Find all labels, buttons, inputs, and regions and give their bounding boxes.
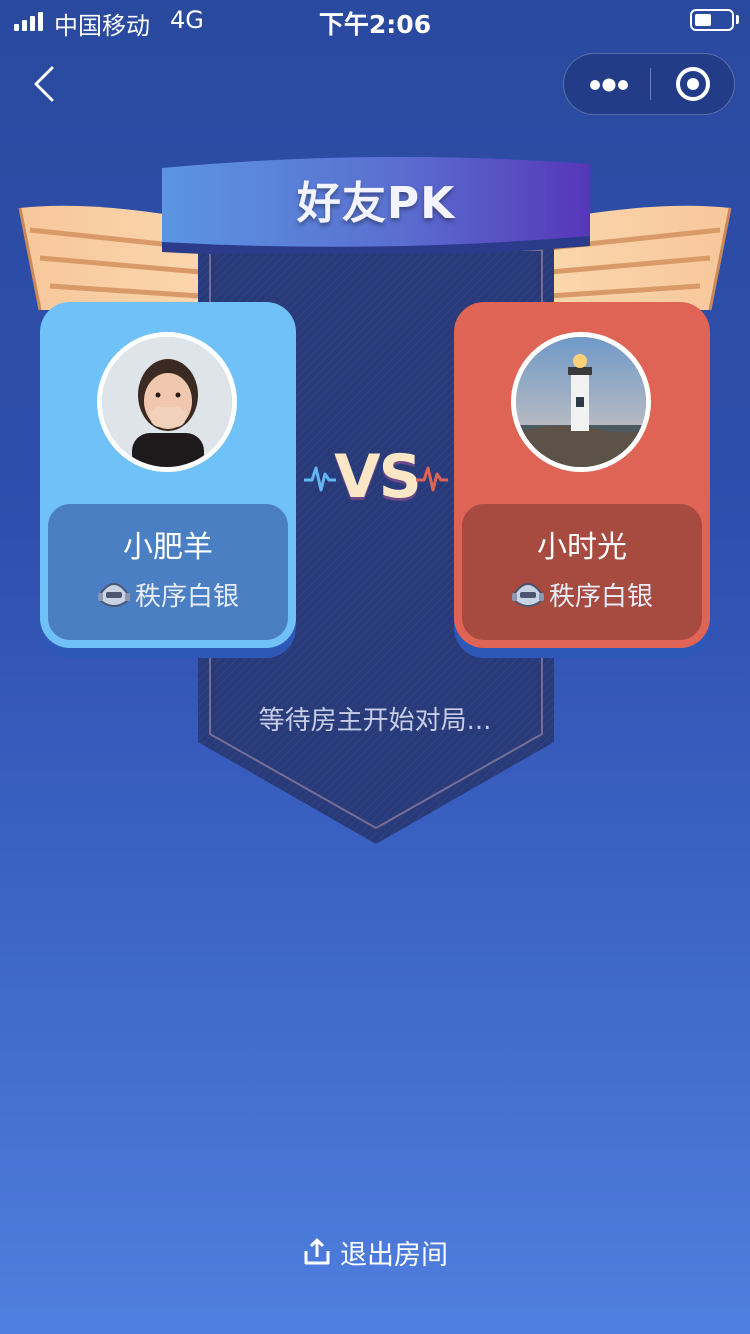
mini-program-capsule xyxy=(563,53,735,115)
battery-icon xyxy=(690,9,734,31)
vs-label: VS xyxy=(334,442,422,512)
rank-label: 秩序白银 xyxy=(134,582,239,612)
heartbeat-right-icon xyxy=(416,466,448,492)
exit-room-label: 退出房间 xyxy=(340,1239,448,1271)
player-card-right: 小时光 秩序白银 xyxy=(454,302,710,648)
avatar xyxy=(511,332,651,472)
silver-rank-badge-icon xyxy=(511,582,544,607)
status-time: 下午2:06 xyxy=(318,10,432,39)
player-card-left: 小肥羊 秩序白银 xyxy=(40,302,296,648)
back-button[interactable] xyxy=(26,62,66,106)
page-title: 好友PK xyxy=(296,178,456,229)
exit-room-button[interactable]: 退出房间 xyxy=(290,1230,460,1274)
player-info-panel: 小时光 秩序白银 xyxy=(462,504,702,640)
title-banner: 好友PK xyxy=(158,154,594,254)
chevron-left-icon xyxy=(34,66,54,102)
girl-portrait-avatar xyxy=(102,337,232,467)
share-upload-icon xyxy=(304,1238,330,1265)
silver-rank-badge-icon xyxy=(97,582,130,607)
player-name: 小时光 xyxy=(537,530,627,565)
more-button[interactable] xyxy=(564,54,650,114)
status-bar: 中国移动 4G 下午2:06 xyxy=(0,0,750,42)
player-rank: 秩序白银 xyxy=(462,576,702,613)
more-dots-icon xyxy=(590,78,628,92)
lighthouse-avatar xyxy=(516,337,646,467)
rank-label: 秩序白银 xyxy=(548,582,653,612)
battery-tip xyxy=(736,15,739,24)
player-rank: 秩序白银 xyxy=(48,576,288,613)
player-info-panel: 小肥羊 秩序白银 xyxy=(48,504,288,640)
player-name: 小肥羊 xyxy=(123,530,213,565)
close-mini-program-button[interactable] xyxy=(651,54,735,114)
waiting-status: 等待房主开始对局... xyxy=(258,706,492,736)
target-circle-icon xyxy=(676,67,710,101)
avatar xyxy=(97,332,237,472)
